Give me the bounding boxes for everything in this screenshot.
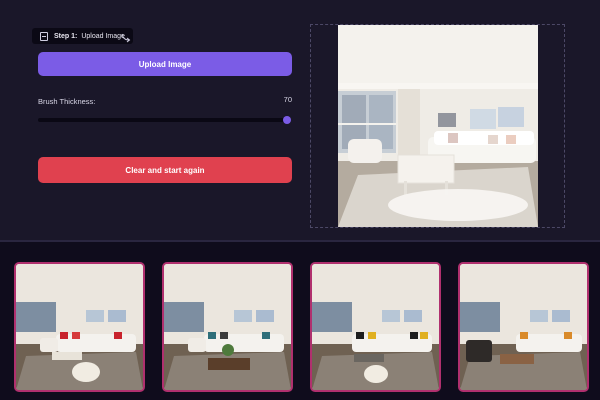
room-photo (312, 264, 439, 390)
result-thumbnail[interactable] (458, 262, 589, 392)
brush-thickness-label: Brush Thickness: (38, 97, 96, 106)
room-photo (460, 264, 587, 390)
room-photo (16, 264, 143, 390)
room-photo (164, 264, 291, 390)
brush-thickness-value: 70 (283, 95, 292, 104)
upload-image-button[interactable]: Upload Image (38, 52, 292, 76)
clear-and-start-again-button[interactable]: Clear and start again (38, 157, 292, 183)
brush-thickness-slider-thumb[interactable] (283, 116, 291, 124)
document-icon (40, 31, 48, 41)
result-thumbnail[interactable] (14, 262, 145, 392)
editor-panel: Step 1: Upload Image Upload Image Brush … (0, 0, 600, 242)
step-badge: Step 1: Upload Image (32, 28, 133, 44)
result-thumbnail[interactable] (162, 262, 293, 392)
room-photo (338, 25, 538, 227)
step-number: Step 1: (54, 32, 78, 40)
step-text: Upload Image (81, 32, 125, 40)
curved-arrow-icon (121, 33, 131, 43)
uploaded-image-preview[interactable] (338, 25, 538, 227)
result-thumbnail[interactable] (310, 262, 441, 392)
brush-thickness-slider[interactable] (38, 118, 288, 122)
